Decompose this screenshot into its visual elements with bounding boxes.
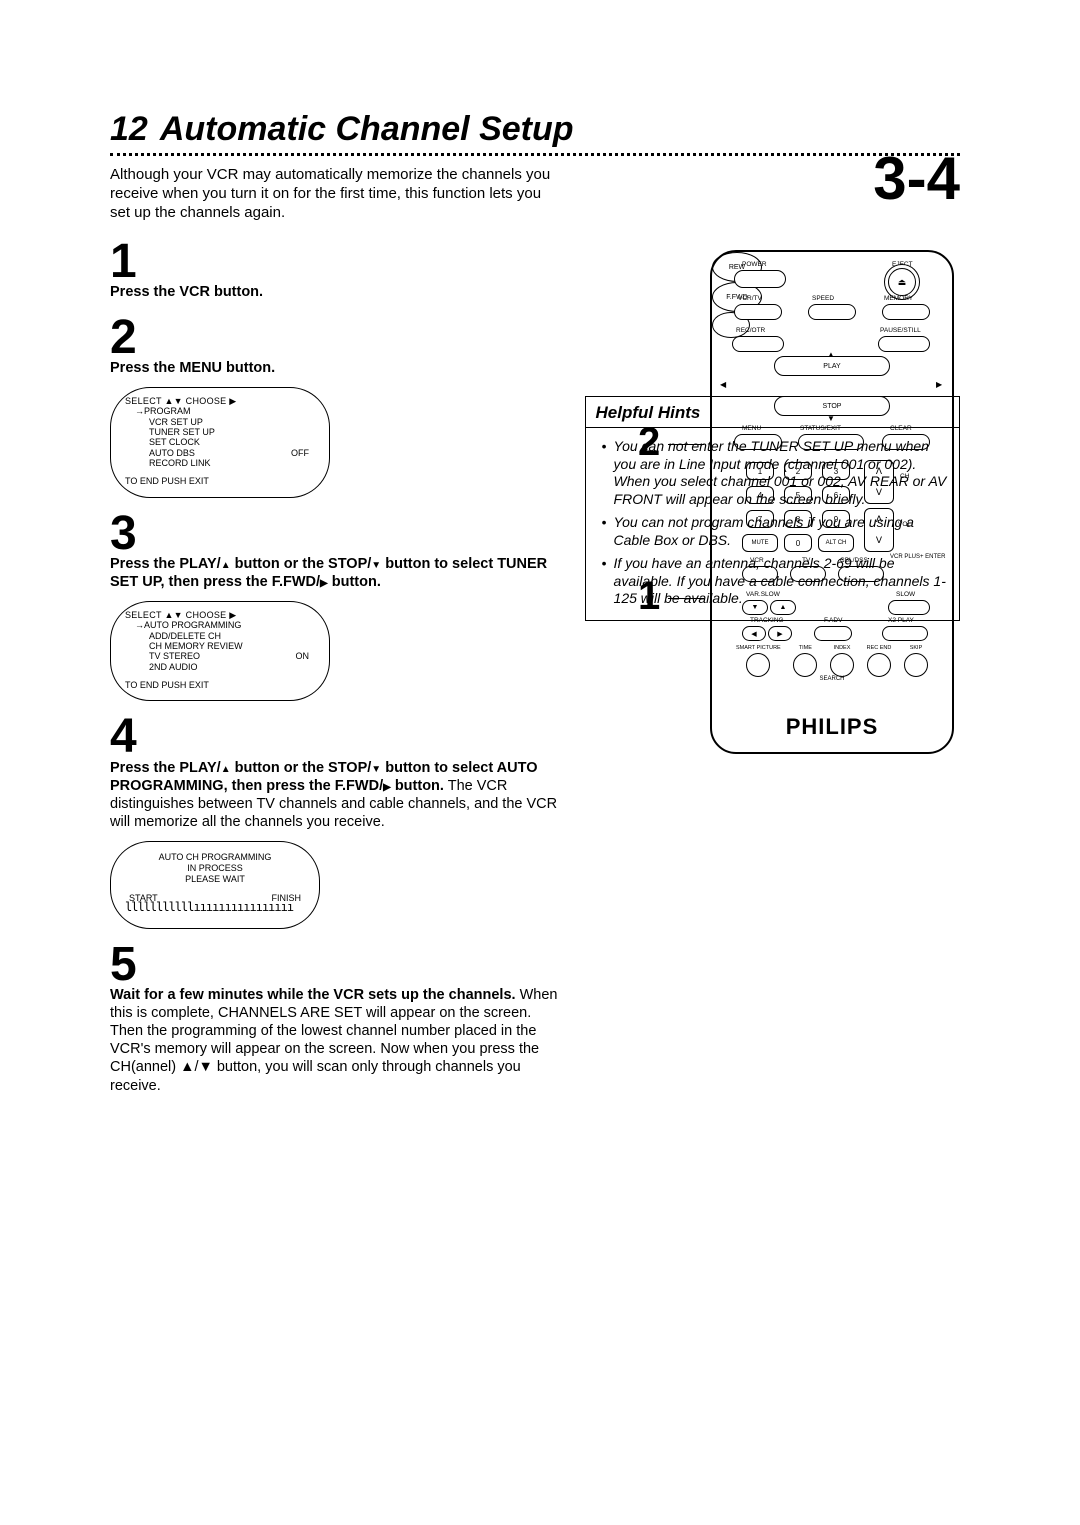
right-arrow-icon	[383, 778, 391, 794]
vcrtv-button	[734, 304, 782, 320]
brand-logo: PHILIPS	[712, 714, 952, 740]
up-arrow-icon	[221, 556, 231, 572]
step-number-5: 5	[110, 943, 565, 986]
play-button: PLAY	[774, 356, 890, 376]
page-number: 12	[110, 110, 148, 149]
recend-button	[867, 653, 891, 677]
step-text-3: Press the PLAY/ button or the STOP/ butt…	[110, 555, 565, 591]
intro-paragraph: Although your VCR may automatically memo…	[110, 166, 565, 222]
osd-menu-2: SELECT ▲▼ CHOOSE ▶ →AUTO PROGRAMMING ADD…	[110, 601, 330, 701]
page-title: Automatic Channel Setup	[160, 110, 574, 149]
step-text-4: Press the PLAY/ button or the STOP/ butt…	[110, 759, 565, 832]
step-number-3: 3	[110, 512, 565, 555]
tracking-right-button: ▶	[768, 626, 792, 641]
up-arrow-icon	[221, 760, 231, 776]
hint-item: You can not enter the TUNER SET UP menu …	[602, 438, 947, 508]
time-button	[793, 653, 817, 677]
fadv-button	[814, 626, 852, 641]
power-label: POWER	[742, 262, 767, 269]
right-arrow-icon	[320, 574, 328, 590]
step-number-2: 2	[110, 316, 565, 359]
eject-button: ⏏	[888, 268, 916, 296]
hint-item: If you have an antenna, channels 2-69 wi…	[602, 555, 947, 608]
dotted-rule	[110, 153, 960, 156]
osd-menu-1: SELECT ▲▼ CHOOSE ▶ →PROGRAM VCR SET UP T…	[110, 387, 330, 498]
step-number-1: 1	[110, 240, 565, 283]
smart-picture-button	[746, 653, 770, 677]
down-arrow-icon	[371, 556, 381, 572]
speed-button	[808, 304, 856, 320]
step-text-5: Wait for a few minutes while the VCR set…	[110, 986, 565, 1095]
memory-button	[882, 304, 930, 320]
down-arrow-icon: ▼	[827, 414, 835, 423]
stop-button: STOP	[774, 396, 890, 416]
step-text-2: Press the MENU button.	[110, 359, 565, 377]
index-button	[830, 653, 854, 677]
tracking-left-button: ◀	[742, 626, 766, 641]
hint-item: You can not program channels if you are …	[602, 514, 947, 549]
step-text-1: Press the VCR button.	[110, 283, 565, 301]
right-arrow-icon: ▶	[936, 380, 942, 389]
power-button	[734, 270, 786, 288]
rec-otr-button	[732, 336, 784, 352]
skip-button	[904, 653, 928, 677]
x2play-button	[882, 626, 928, 641]
search-label: SEARCH	[712, 676, 952, 682]
osd-progress: AUTO CH PROGRAMMING IN PROCESS PLEASE WA…	[110, 841, 320, 929]
left-arrow-icon: ◀	[720, 380, 726, 389]
bottom-function-row: SMART PICTURE TIME INDEX REC END SKIP	[736, 646, 928, 677]
section-indicator: 3-4	[873, 144, 960, 213]
down-arrow-icon	[371, 760, 381, 776]
step-number-4: 4	[110, 715, 565, 758]
pause-still-button	[878, 336, 930, 352]
